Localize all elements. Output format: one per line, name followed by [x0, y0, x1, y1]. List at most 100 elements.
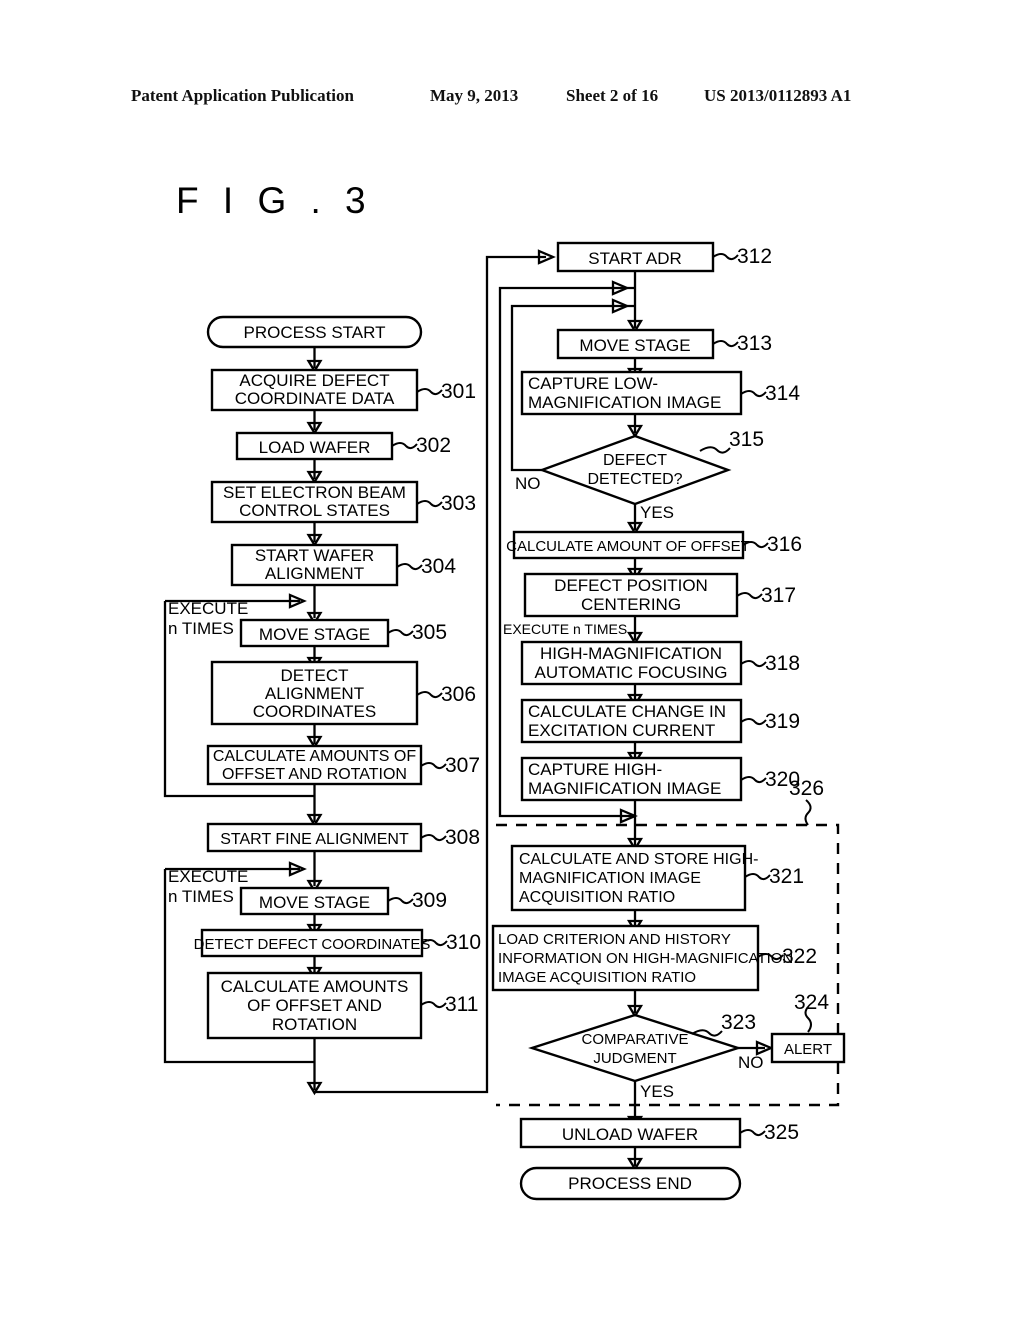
- node-304: START WAFER ALIGNMENT 304: [230, 543, 456, 587]
- node-302: LOAD WAFER 302: [235, 431, 451, 461]
- node-310: DETECT DEFECT COORDINATES 310: [194, 928, 481, 958]
- node-303-ref: 303: [441, 492, 476, 515]
- node-307-line1: CALCULATE AMOUNTS OF: [213, 748, 417, 765]
- node-302-ref: 302: [416, 434, 451, 457]
- node-321-line3: ACQUISITION RATIO: [519, 889, 675, 906]
- loop-label-right: EXECUTE n TIMES: [503, 621, 627, 637]
- node-302-line1: LOAD WAFER: [259, 438, 371, 457]
- node-319: CALCULATE CHANGE IN EXCITATION CURRENT 3…: [520, 698, 800, 744]
- node-307-line2: OFFSET AND ROTATION: [222, 766, 407, 783]
- node-324-label: ALERT: [784, 1041, 832, 1058]
- node-process-end: PROCESS END: [519, 1166, 742, 1201]
- node-309-ref: 309: [412, 889, 447, 912]
- group-box-326-ref: 326: [789, 777, 824, 800]
- node-320-line1: CAPTURE HIGH-: [528, 760, 662, 779]
- node-306: DETECT ALIGNMENT COORDINATES 306: [210, 660, 476, 726]
- loop-label-2-line2: n TIMES: [168, 887, 234, 906]
- node-305-ref: 305: [412, 621, 447, 644]
- node-317-line2: CENTERING: [581, 595, 681, 614]
- node-301-line1: ACQUIRE DEFECT: [239, 371, 389, 390]
- branch-label-judgment-no: NO: [738, 1053, 764, 1072]
- node-323-ref: 323: [721, 1011, 756, 1034]
- node-304-line1: START WAFER: [255, 546, 374, 565]
- node-323-decision: COMPARATIVE JUDGMENT 323: [528, 1011, 756, 1083]
- node-308-ref: 308: [445, 826, 480, 849]
- node-306-line3: COORDINATES: [253, 702, 376, 721]
- node-324-alert: ALERT 324: [770, 991, 846, 1064]
- node-312: START ADR 312: [556, 241, 772, 273]
- node-325-ref: 325: [764, 1121, 799, 1144]
- node-process-end-label: PROCESS END: [568, 1174, 692, 1193]
- node-320-line2: MAGNIFICATION IMAGE: [528, 779, 721, 798]
- node-311-line3: ROTATION: [272, 1015, 357, 1034]
- node-308-line1: START FINE ALIGNMENT: [220, 831, 409, 848]
- node-309-line1: MOVE STAGE: [259, 893, 370, 912]
- node-316: CALCULATE AMOUNT OF OFFSET 316: [506, 530, 802, 560]
- node-305: MOVE STAGE 305: [239, 618, 447, 648]
- node-312-line1: START ADR: [588, 249, 682, 268]
- node-318-ref: 318: [765, 652, 800, 675]
- branch-label-defect-no: NO: [515, 474, 541, 493]
- node-315-decision: DEFECT DETECTED? 315: [538, 428, 764, 506]
- node-311-ref: 311: [445, 993, 478, 1016]
- node-process-start-label: PROCESS START: [243, 323, 385, 342]
- node-312-ref: 312: [737, 245, 772, 268]
- node-323-line1: COMPARATIVE: [582, 1031, 689, 1048]
- node-317-line1: DEFECT POSITION: [554, 576, 708, 595]
- node-306-ref: 306: [441, 683, 476, 706]
- node-316-line1: CALCULATE AMOUNT OF OFFSET: [506, 538, 750, 555]
- node-317: DEFECT POSITION CENTERING 317: [523, 572, 796, 618]
- node-319-line1: CALCULATE CHANGE IN: [528, 702, 726, 721]
- node-311-line2: OF OFFSET AND: [247, 996, 382, 1015]
- node-305-line1: MOVE STAGE: [259, 625, 370, 644]
- loop-label-1-line2: n TIMES: [168, 619, 234, 638]
- node-318: HIGH-MAGNIFICATION AUTOMATIC FOCUSING 31…: [520, 640, 800, 686]
- flowchart-diagram: PROCESS START ACQUIRE DEFECT COORDINATE …: [163, 241, 846, 1201]
- node-307: CALCULATE AMOUNTS OF OFFSET AND ROTATION…: [206, 744, 480, 786]
- node-process-start: PROCESS START: [206, 315, 423, 349]
- node-311-line1: CALCULATE AMOUNTS: [221, 977, 409, 996]
- node-319-line2: EXCITATION CURRENT: [528, 721, 715, 740]
- node-314-ref: 314: [765, 382, 800, 405]
- node-309: MOVE STAGE 309: [239, 886, 447, 916]
- node-308: START FINE ALIGNMENT 308: [206, 822, 480, 853]
- node-314-line2: MAGNIFICATION IMAGE: [528, 393, 721, 412]
- node-315-line2: DETECTED?: [587, 471, 682, 488]
- node-322-line2: INFORMATION ON HIGH-MAGNIFICATION: [498, 950, 793, 967]
- node-318-line2: AUTOMATIC FOCUSING: [535, 663, 728, 682]
- node-321-ref: 321: [769, 865, 804, 888]
- right-column-group: START ADR 312 MOVE STAGE 313 CAPTURE LOW…: [491, 241, 846, 1201]
- node-303-line2: CONTROL STATES: [239, 501, 390, 520]
- node-318-line1: HIGH-MAGNIFICATION: [540, 644, 722, 663]
- patent-sheet: Patent Application Publication May 9, 20…: [0, 0, 1024, 1320]
- node-313: MOVE STAGE 313: [556, 328, 772, 360]
- node-317-ref: 317: [761, 584, 796, 607]
- node-319-ref: 319: [765, 710, 800, 733]
- loop-label-1-line1: EXECUTE: [168, 599, 248, 618]
- node-303: SET ELECTRON BEAM CONTROL STATES 303: [210, 480, 476, 524]
- node-321-line2: MAGNIFICATION IMAGE: [519, 870, 701, 887]
- node-322-ref: 322: [782, 945, 817, 968]
- node-322: LOAD CRITERION AND HISTORY INFORMATION O…: [491, 924, 817, 992]
- node-315-line1: DEFECT: [603, 452, 667, 469]
- node-316-ref: 316: [767, 533, 802, 556]
- node-315-ref: 315: [729, 428, 764, 451]
- node-306-line2: ALIGNMENT: [265, 684, 364, 703]
- loop-label-2-line1: EXECUTE: [168, 867, 248, 886]
- node-322-line1: LOAD CRITERION AND HISTORY: [498, 931, 731, 948]
- node-322-line3: IMAGE ACQUISITION RATIO: [498, 969, 696, 986]
- node-304-line2: ALIGNMENT: [265, 564, 364, 583]
- node-301-line2: COORDINATE DATA: [235, 389, 395, 408]
- node-311: CALCULATE AMOUNTS OF OFFSET AND ROTATION…: [206, 971, 478, 1040]
- node-304-ref: 304: [421, 555, 456, 578]
- node-303-line1: SET ELECTRON BEAM: [223, 483, 406, 502]
- node-325: UNLOAD WAFER 325: [519, 1117, 799, 1149]
- node-325-line1: UNLOAD WAFER: [562, 1125, 698, 1144]
- node-314: CAPTURE LOW- MAGNIFICATION IMAGE 314: [520, 370, 800, 416]
- node-307-ref: 307: [445, 754, 480, 777]
- node-306-line1: DETECT: [281, 666, 349, 685]
- branch-label-defect-yes: YES: [640, 503, 674, 522]
- node-310-ref: 310: [446, 931, 481, 954]
- node-301: ACQUIRE DEFECT COORDINATE DATA 301: [210, 368, 476, 412]
- node-301-ref: 301: [441, 380, 476, 403]
